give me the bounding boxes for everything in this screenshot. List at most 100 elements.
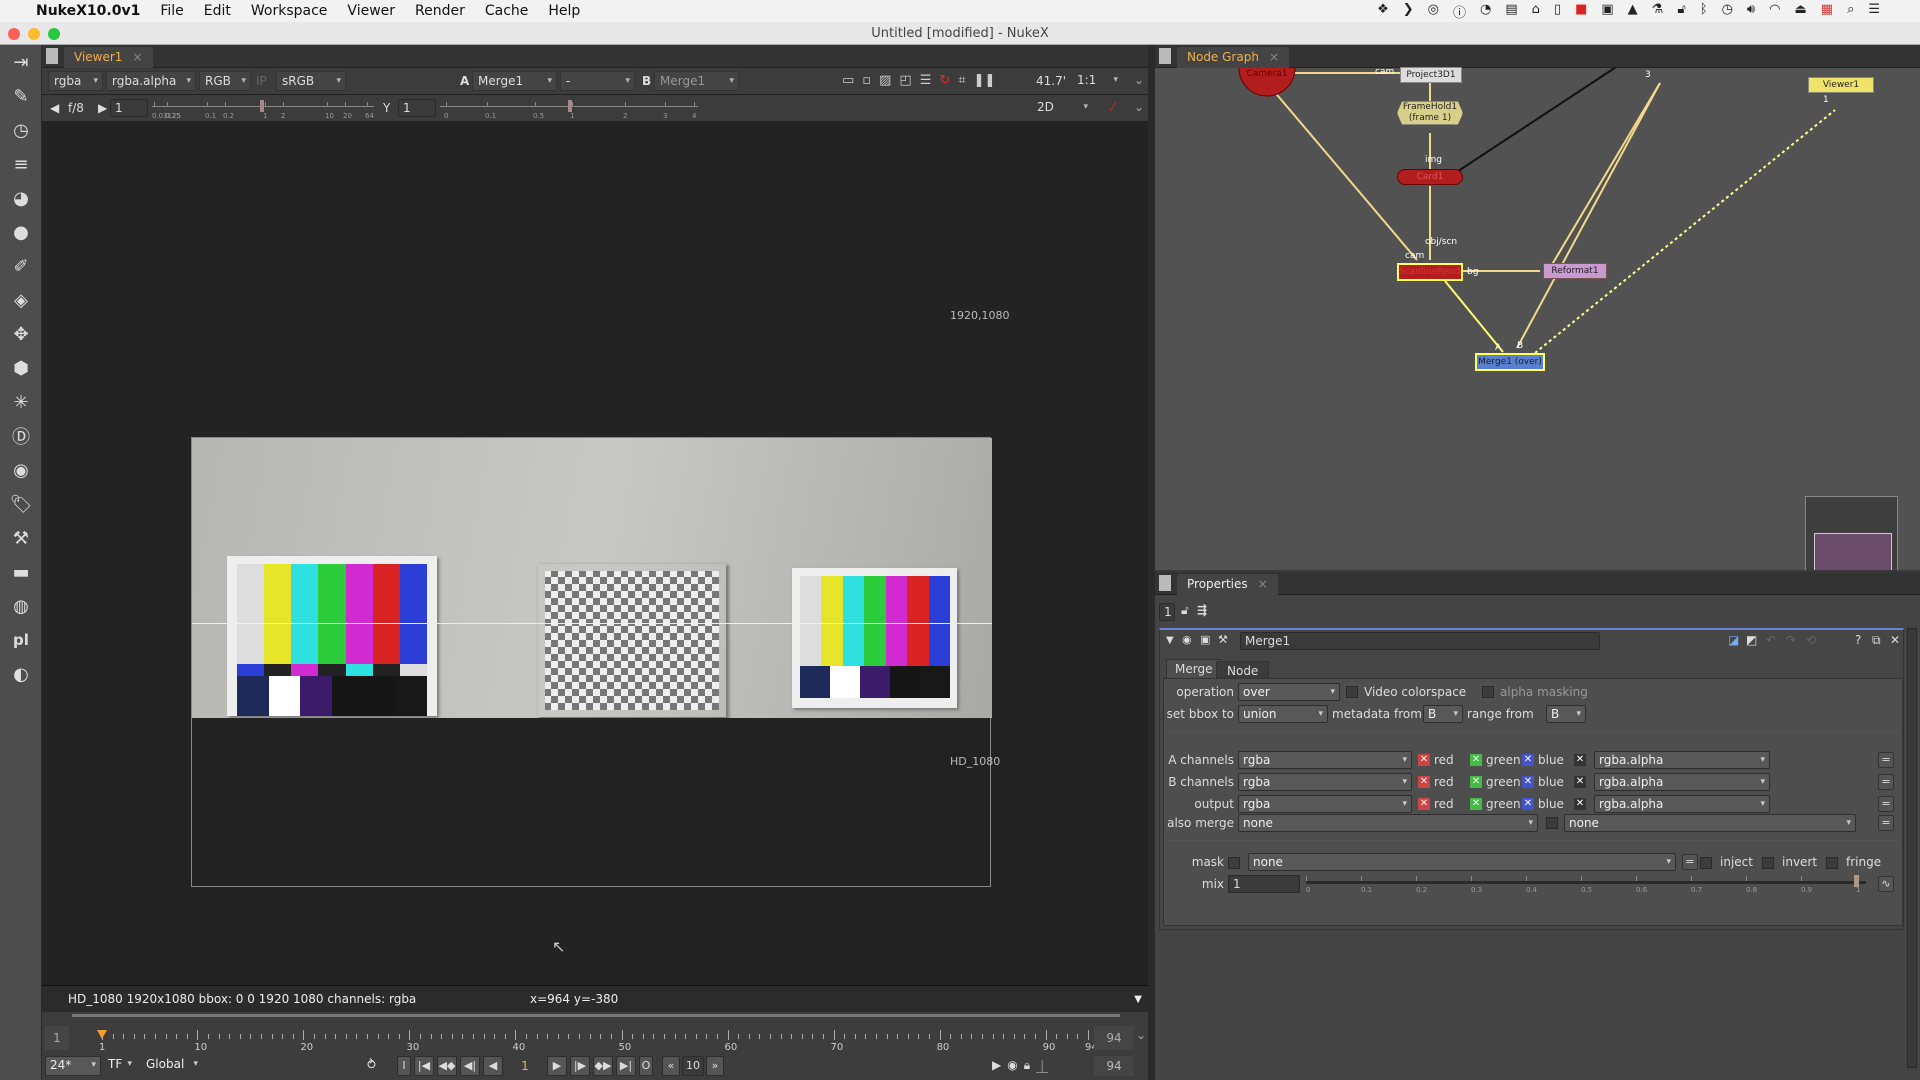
green-channel-checkbox[interactable]: ✕: [1470, 798, 1482, 810]
lock-icon[interactable]: 🔓︎: [1181, 603, 1189, 618]
node-framehold1[interactable]: FrameHold1 (frame 1): [1397, 101, 1463, 125]
operation-dropdown[interactable]: over: [1238, 683, 1340, 701]
bbox-dropdown[interactable]: union: [1238, 705, 1328, 723]
alpha-masking-checkbox[interactable]: [1482, 686, 1494, 698]
app-red-icon[interactable]: ■: [1575, 2, 1587, 21]
tab-properties[interactable]: Properties ×: [1177, 574, 1278, 595]
ocula-icon[interactable]: ◐: [0, 657, 42, 691]
prev-frame-button[interactable]: ◀|: [460, 1056, 480, 1076]
menu-viewer[interactable]: Viewer: [347, 3, 395, 19]
search-icon[interactable]: ⌕: [1847, 2, 1854, 21]
gain-field[interactable]: 1: [110, 99, 148, 117]
info-expand-icon[interactable]: ▼: [1134, 986, 1142, 1013]
timeline-range-bar[interactable]: [72, 1014, 1120, 1017]
mask-dropdown[interactable]: none: [1248, 853, 1676, 871]
menu-workspace[interactable]: Workspace: [251, 3, 328, 19]
a-input-dropdown[interactable]: Merge1: [472, 71, 557, 91]
timeline-expand-icon[interactable]: ⌄: [1136, 1028, 1146, 1042]
lock-icon[interactable]: 🔒︎: [1024, 1058, 1030, 1075]
tab-node-graph[interactable]: Node Graph ×: [1177, 47, 1290, 68]
redo-icon[interactable]: ↷: [1786, 633, 1796, 647]
pane-divider[interactable]: [1148, 45, 1155, 1080]
channels-link-button[interactable]: =: [1878, 752, 1894, 768]
view-mode-dropdown[interactable]: 2D: [1032, 98, 1092, 118]
safe-area-icon[interactable]: ▫: [862, 73, 871, 88]
max-panels-field[interactable]: 1: [1159, 603, 1175, 621]
time-machine-icon[interactable]: ◷: [1722, 2, 1733, 21]
creative-cloud-icon[interactable]: ◎: [1428, 2, 1439, 21]
clock-icon[interactable]: ◔: [1480, 2, 1491, 21]
mask-link-button[interactable]: =: [1682, 854, 1698, 870]
next-keyframe-button[interactable]: ◆▶: [593, 1056, 613, 1076]
views-icon[interactable]: ◉: [0, 453, 42, 487]
prev-keyframe-button[interactable]: ◀◆: [437, 1056, 457, 1076]
inject-checkbox[interactable]: [1700, 857, 1712, 869]
alpha-dropdown[interactable]: rgba.alpha: [106, 71, 196, 91]
bluetooth-icon[interactable]: ᛒ: [1700, 2, 1708, 21]
fringe-checkbox[interactable]: [1826, 857, 1838, 869]
panel-menu-icon[interactable]: [1159, 575, 1171, 591]
also-merge-link-button[interactable]: =: [1878, 815, 1894, 831]
channels-dropdown[interactable]: rgba: [1238, 795, 1412, 813]
red-channel-checkbox[interactable]: ✕: [1418, 754, 1430, 766]
range-dropdown[interactable]: B: [1546, 705, 1586, 723]
channels-dropdown[interactable]: rgba: [1238, 751, 1412, 769]
particles-icon[interactable]: ✳: [0, 385, 42, 419]
red-channel-checkbox[interactable]: ✕: [1418, 776, 1430, 788]
node-graph-panel[interactable]: Node Graph × Camera1 cam Project3D1 Frame…: [1155, 45, 1920, 570]
wrench-icon[interactable]: ⚒: [1218, 633, 1228, 646]
color-icon[interactable]: ◕: [0, 181, 42, 215]
compare-op-dropdown[interactable]: -: [560, 71, 635, 91]
3d-icon[interactable]: ⬢: [0, 351, 42, 385]
properties-scrollbar[interactable]: [1907, 628, 1917, 1068]
metadata-icon[interactable]: 🏷︎: [0, 487, 42, 521]
close-window-button[interactable]: [8, 28, 20, 40]
node-reformat1[interactable]: Reformat1: [1543, 263, 1607, 279]
dropbox-icon[interactable]: ❖: [1377, 2, 1389, 21]
minimap-viewport[interactable]: [1814, 533, 1892, 570]
keyer-icon[interactable]: ✐: [0, 249, 42, 283]
gain-slider[interactable]: 0.03125 0.25 0.1 0.2 1 2 10 20 64: [152, 97, 374, 121]
mix-slider[interactable]: 0 0.1 0.2 0.3 0.4 0.5 0.6 0.7 0.8 0.9 1: [1306, 875, 1872, 897]
channels-link-button[interactable]: =: [1878, 796, 1894, 812]
zoom-window-button[interactable]: [48, 28, 60, 40]
red-channel-checkbox[interactable]: ✕: [1418, 798, 1430, 810]
also-merge-dropdown-2[interactable]: none: [1564, 814, 1856, 832]
expand-icon[interactable]: ⌄: [1134, 100, 1144, 114]
toolsets-icon[interactable]: ⚒: [0, 521, 42, 555]
float-icon[interactable]: ⧉: [1872, 633, 1881, 648]
skip-back-button[interactable]: «: [662, 1056, 680, 1076]
deep-icon[interactable]: Ⓓ: [0, 419, 42, 453]
time-icon[interactable]: ◷: [0, 113, 42, 147]
current-frame-field[interactable]: 1: [506, 1056, 544, 1076]
alpha-channel-checkbox[interactable]: ✕: [1574, 798, 1586, 810]
mix-curve-button[interactable]: ∿: [1878, 876, 1894, 892]
b-input-dropdown[interactable]: Merge1: [654, 71, 739, 91]
tf-dropdown[interactable]: TF: [104, 1056, 136, 1076]
flask-icon[interactable]: ⚗: [1652, 2, 1664, 21]
alpha-channel-checkbox[interactable]: ✕: [1574, 754, 1586, 766]
help-icon[interactable]: ?: [1855, 633, 1861, 647]
minimize-window-button[interactable]: [28, 28, 40, 40]
merge-icon[interactable]: ◈: [0, 283, 42, 317]
refresh-icon[interactable]: ↻: [939, 73, 950, 88]
node-merge1[interactable]: Merge1 (over): [1475, 353, 1545, 371]
alpha-channel-dropdown[interactable]: rgba.alpha: [1594, 795, 1770, 813]
tab-merge[interactable]: Merge: [1166, 659, 1222, 678]
display-dropdown[interactable]: RGB: [199, 71, 251, 91]
node-scanlinerender1[interactable]: ScanlineRender1: [1397, 263, 1463, 281]
loop-mode-icon[interactable]: ⥁: [367, 1058, 376, 1073]
channel-icon[interactable]: ≡: [0, 147, 42, 181]
draw-icon[interactable]: ✎: [0, 79, 42, 113]
node-project3d1[interactable]: Project3D1: [1400, 67, 1462, 83]
green-channel-checkbox[interactable]: ✕: [1470, 754, 1482, 766]
triangle-icon[interactable]: ▲: [1628, 2, 1638, 21]
video-colorspace-checkbox[interactable]: [1346, 686, 1358, 698]
also-merge-checkbox[interactable]: [1546, 817, 1558, 829]
ip-button[interactable]: IP: [256, 74, 267, 88]
scope-dropdown[interactable]: Global: [142, 1056, 202, 1076]
gamma-field[interactable]: 1: [398, 99, 436, 117]
timeline-start[interactable]: 1: [45, 1026, 69, 1050]
next-frame-button[interactable]: |▶: [570, 1056, 590, 1076]
node-name-field[interactable]: Merge1: [1240, 632, 1600, 650]
